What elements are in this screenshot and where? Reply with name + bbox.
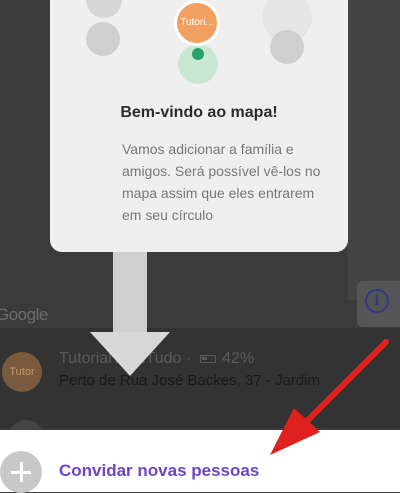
modal-title: Bem-vindo ao mapa! bbox=[120, 104, 278, 121]
modal-body: Vamos adicionar a família e amigos. Será… bbox=[122, 138, 321, 226]
member-pin[interactable]: Tutori... bbox=[174, 0, 220, 46]
invite-people-button[interactable]: Convidar novas pessoas bbox=[59, 461, 259, 481]
add-icon[interactable] bbox=[0, 451, 42, 493]
modal-body-line: mapa assim que eles entrarem bbox=[122, 185, 315, 201]
modal-body-line: Vamos adicionar a família e bbox=[122, 141, 294, 157]
map-pin-icon bbox=[86, 0, 122, 18]
google-logo: Google bbox=[0, 305, 48, 324]
avatar: Tutor bbox=[2, 352, 42, 392]
tutorial-arrow-shaft bbox=[113, 252, 147, 332]
info-button[interactable]: i bbox=[357, 281, 400, 327]
map-pin-dot bbox=[192, 48, 204, 60]
map-area bbox=[348, 0, 400, 300]
battery-icon bbox=[199, 354, 216, 363]
modal-body-line: em seu círculo bbox=[122, 207, 214, 223]
map-pin-icon bbox=[86, 22, 120, 56]
map-pin-icon bbox=[270, 30, 304, 64]
tutorial-arrow-head bbox=[90, 332, 170, 376]
info-icon: i bbox=[365, 289, 389, 313]
modal-body-line: amigos. Será possível vê-los no bbox=[122, 163, 321, 179]
battery-level: 42% bbox=[222, 350, 255, 367]
invite-footer: Convidar novas pessoas bbox=[0, 430, 400, 493]
member-row[interactable]: Tutor TutorialTechTudo · 42% Perto de Ru… bbox=[0, 340, 400, 392]
welcome-modal: Tutori... Bem-vindo ao mapa! Vamos adici… bbox=[50, 0, 348, 252]
